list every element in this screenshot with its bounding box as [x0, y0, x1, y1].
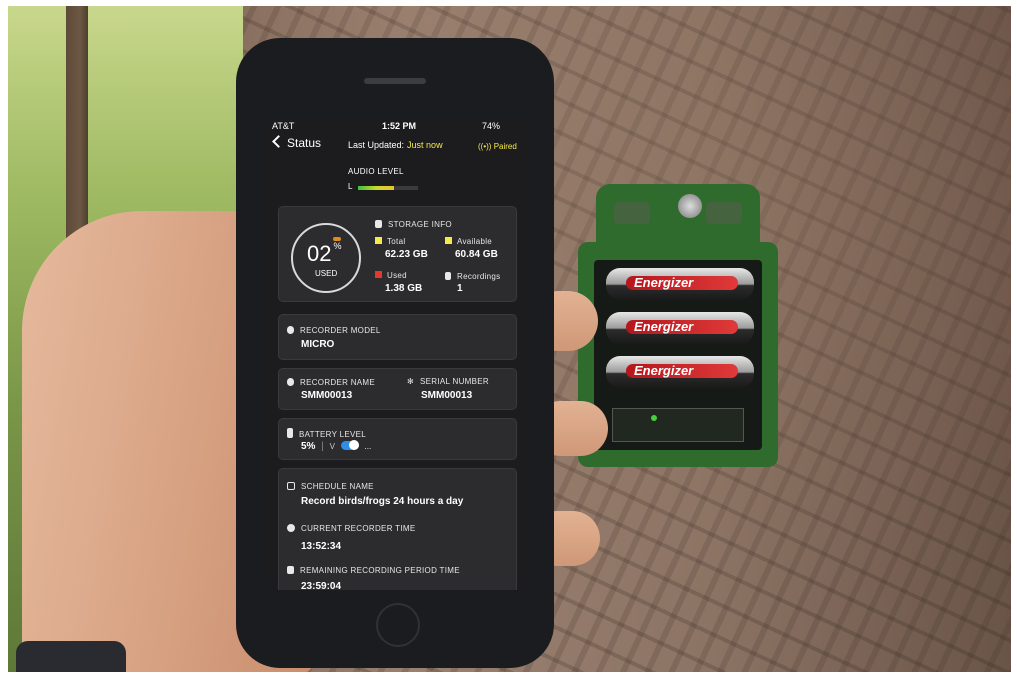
sd-card-icon	[375, 220, 382, 228]
battery-level-label: BATTERY LEVEL	[287, 427, 366, 439]
used-caption: USED	[315, 269, 338, 278]
recorder-model-value: MICRO	[301, 339, 335, 350]
home-button[interactable]	[376, 603, 420, 647]
battery-brand-label: Energizer	[634, 363, 694, 378]
device-housing: Energizer Energizer Energizer	[578, 242, 778, 467]
current-time-label: CURRENT RECORDER TIME	[287, 523, 415, 533]
paired-status: ((•)) Paired	[478, 142, 517, 151]
divider: |	[321, 441, 324, 452]
battery-toggle[interactable]	[340, 440, 359, 450]
audio-level-fill	[358, 186, 394, 190]
battery-2: Energizer	[606, 312, 754, 344]
circuit-board	[612, 408, 744, 442]
storage-card: 02% USED STORAGE INFO Total 62.23 GB Ava…	[278, 206, 517, 302]
back-label: Status	[287, 136, 322, 150]
audio-level-label: AUDIO LEVEL	[348, 167, 404, 176]
gear-icon: ✻	[407, 377, 415, 386]
recordings-value: 1	[457, 283, 463, 294]
phone: AT&T 1:52 PM 74% Status Last Updated: Jus…	[236, 38, 554, 668]
remaining-time-label: REMAINING RECORDING PERIOD TIME	[287, 565, 460, 575]
storage-percent-value: 02	[307, 241, 332, 266]
battery-suffix: ...	[364, 442, 372, 451]
battery-brand-label: Energizer	[634, 319, 694, 334]
microphone-icon	[287, 326, 294, 334]
battery-compartment: Energizer Energizer Energizer	[594, 260, 762, 450]
clock-icon	[287, 524, 295, 532]
battery-level-value: 5%	[301, 441, 316, 452]
recorder-model-label: RECORDER MODEL	[287, 325, 381, 335]
schedule-name-label: SCHEDULE NAME	[287, 481, 374, 491]
clock-label: 1:52 PM	[382, 121, 417, 131]
signal-icon: ((•))	[478, 142, 492, 151]
total-value: 62.23 GB	[385, 249, 428, 260]
available-label: Available	[445, 237, 492, 246]
battery-level-card: BATTERY LEVEL 5% | V ...	[278, 418, 517, 460]
audio-channel-label: L	[348, 182, 353, 191]
battery-icon	[287, 428, 293, 438]
recorder-model-card: RECORDER MODEL MICRO	[278, 314, 517, 360]
used-value: 1.38 GB	[385, 283, 423, 294]
photo-background: Energizer Energizer Energizer AT&T 1:52 …	[8, 6, 1011, 672]
recorder-name-value: SMM00013	[301, 390, 353, 401]
percent-sign: %	[333, 241, 342, 251]
battery-1: Energizer	[606, 268, 754, 300]
back-button[interactable]: Status	[272, 135, 322, 150]
used-swatch	[375, 271, 382, 278]
carrier-label: AT&T	[272, 121, 295, 131]
audio-level-meter	[358, 186, 418, 190]
microphone-icon	[287, 378, 294, 386]
current-time-value: 13:52:34	[301, 541, 342, 552]
paired-label: Paired	[493, 142, 517, 151]
battery-percent-label: 74%	[482, 121, 501, 131]
battery-3: Energizer	[606, 356, 754, 388]
total-swatch	[375, 237, 382, 244]
available-value: 60.84 GB	[455, 249, 498, 260]
available-swatch	[445, 237, 452, 244]
remaining-time-value: 23:59:04	[301, 581, 342, 590]
file-icon	[445, 272, 451, 280]
strap-slot-left	[614, 202, 650, 224]
last-updated-label: Last Updated:	[348, 140, 405, 150]
serial-number-label: ✻ SERIAL NUMBER	[407, 377, 489, 386]
strap-slot-right	[706, 202, 742, 224]
phone-screen: AT&T 1:52 PM 74% Status Last Updated: Jus…	[266, 118, 528, 590]
schedule-name-value: Record birds/frogs 24 hours a day	[301, 496, 464, 507]
battery-level-row: 5% | V ...	[301, 440, 371, 452]
wrist-watch	[16, 641, 126, 672]
total-label: Total	[375, 237, 405, 246]
schedule-card: SCHEDULE NAME Record birds/frogs 24 hour…	[278, 468, 517, 590]
audio-recorder-device: Energizer Energizer Energizer	[578, 184, 778, 469]
recorder-name-label: RECORDER NAME	[287, 377, 375, 387]
last-updated: Last Updated: Just now	[348, 140, 443, 150]
recorder-name-card: RECORDER NAME SMM00013 ✻ SERIAL NUMBER SM…	[278, 368, 517, 410]
used-label: Used	[375, 271, 407, 280]
serial-number-value: SMM00013	[421, 390, 473, 401]
status-led	[651, 415, 657, 421]
calendar-icon	[287, 482, 295, 490]
chevron-left-icon	[272, 135, 285, 148]
last-updated-value: Just now	[407, 140, 443, 150]
screw-icon	[678, 194, 702, 218]
recordings-label: Recordings	[445, 271, 500, 281]
phone-speaker	[364, 78, 426, 84]
storage-info-title: STORAGE INFO	[375, 219, 452, 229]
battery-brand-label: Energizer	[634, 275, 694, 290]
storage-percent: 02%	[307, 241, 342, 267]
voltage-label: V	[329, 442, 335, 451]
document-clock-icon	[287, 566, 294, 574]
